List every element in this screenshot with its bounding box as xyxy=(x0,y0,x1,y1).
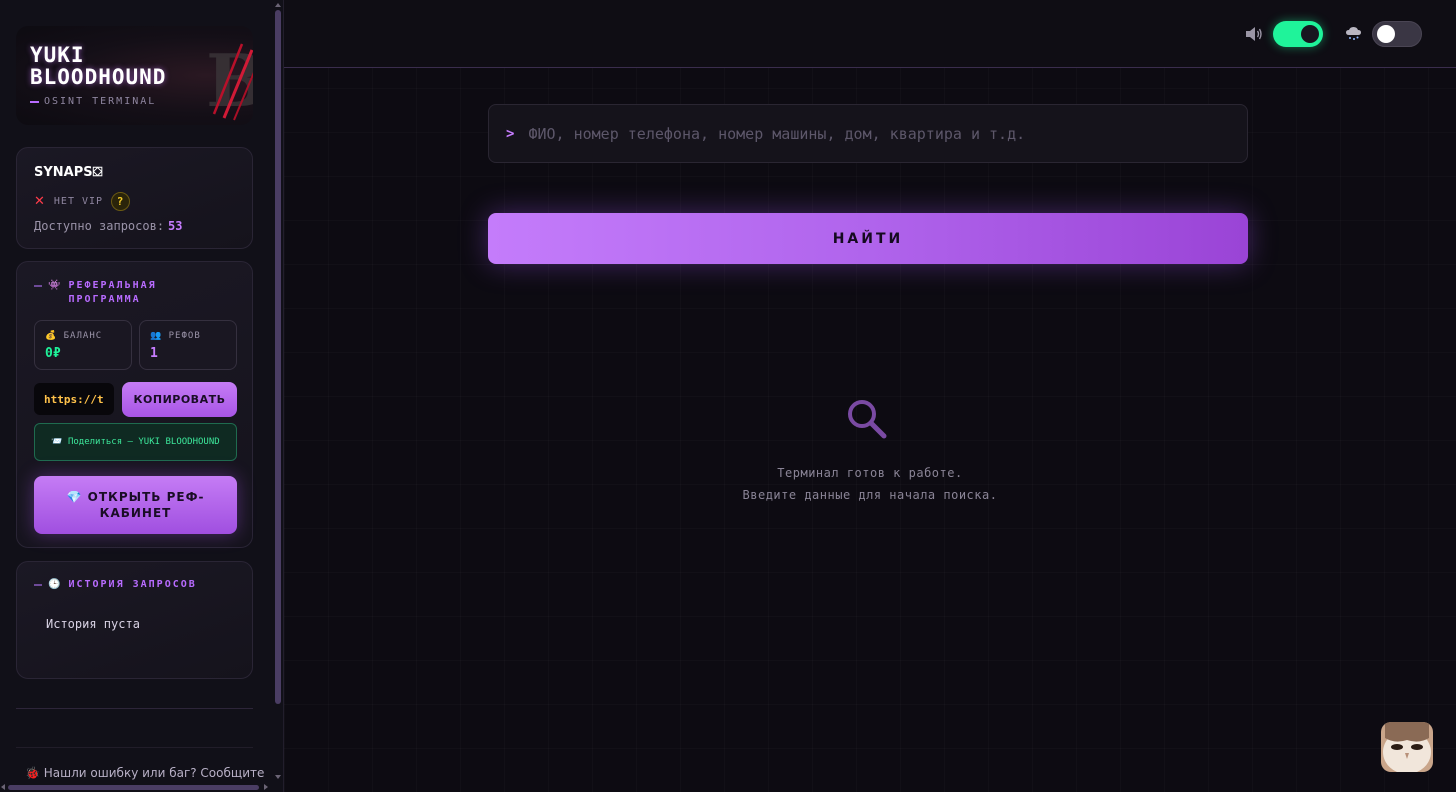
scroll-up-arrow-icon[interactable] xyxy=(275,3,281,7)
bag-icon: 💰 xyxy=(45,331,58,341)
search-input[interactable] xyxy=(528,124,1247,143)
logo-dash xyxy=(30,100,39,103)
close-icon: ✕ xyxy=(34,194,46,209)
logo-subtitle-text: OSINT TERMINAL xyxy=(44,96,157,107)
balance-label: 💰 БАЛАНС xyxy=(45,331,102,341)
history-card: 🕒 ИСТОРИЯ ЗАПРОСОВ История пуста xyxy=(16,561,253,679)
balance-label-text: БАЛАНС xyxy=(63,331,103,341)
sidebar-vertical-scrollbar[interactable] xyxy=(273,0,283,792)
clock-icon: 🕒 xyxy=(48,579,63,590)
requests-count: 53 xyxy=(168,219,183,233)
sound-icon xyxy=(1246,27,1262,41)
alien-icon: 👾 xyxy=(48,280,63,291)
section-dash xyxy=(34,584,42,586)
logo: YUKI BLOODHOUND OSINT TERMINAL B xyxy=(16,26,253,125)
search-icon xyxy=(848,400,887,439)
bug-report-text: Нашли ошибку или баг? Сообщите xyxy=(43,766,265,780)
copy-button[interactable]: КОПИРОВАТЬ xyxy=(122,382,237,417)
bug-icon: 🐞 xyxy=(25,766,40,780)
scroll-right-arrow-icon[interactable] xyxy=(264,784,268,790)
scroll-thumb[interactable] xyxy=(8,785,259,790)
find-button[interactable]: НАЙТИ xyxy=(488,213,1248,264)
svg-text:B: B xyxy=(206,38,253,122)
logo-title: YUKI BLOODHOUND xyxy=(30,44,166,88)
prompt-icon: > xyxy=(506,125,515,142)
sidebar-divider xyxy=(16,747,253,748)
referral-link-field[interactable]: https://t xyxy=(34,383,114,415)
topbar xyxy=(284,0,1456,68)
logo-title-line1: YUKI xyxy=(30,43,85,67)
refs-label-text: РЕФОВ xyxy=(168,331,201,341)
balance-box: 💰 БАЛАНС 0₽ xyxy=(34,320,132,370)
people-icon: 👥 xyxy=(150,331,163,341)
logo-subtitle: OSINT TERMINAL xyxy=(30,96,156,107)
search-box: > xyxy=(488,104,1248,163)
refs-label: 👥 РЕФОВ xyxy=(150,331,201,341)
envelope-icon: 📨 xyxy=(51,436,63,447)
requests-label: Доступно запросов: xyxy=(34,219,165,233)
section-dash xyxy=(34,285,42,287)
sidebar-divider xyxy=(16,708,253,709)
weather-toggle[interactable] xyxy=(1372,21,1422,47)
history-title: 🕒 ИСТОРИЯ ЗАПРОСОВ xyxy=(34,578,197,592)
refs-value: 1 xyxy=(150,346,158,361)
sidebar-horizontal-scrollbar[interactable] xyxy=(0,781,273,792)
user-card: SYNAPS⛋ ✕ НЕТ VIP ? Доступно запросов: 53 xyxy=(16,147,253,249)
user-name: SYNAPS⛋ xyxy=(34,165,103,180)
scroll-thumb[interactable] xyxy=(275,10,281,704)
toggle-knob xyxy=(1377,25,1395,43)
main-area: > НАЙТИ Терминал готов к работе. Введите… xyxy=(284,0,1456,792)
vip-status-text: НЕТ VIP xyxy=(53,196,104,207)
vip-status: ✕ НЕТ VIP ? xyxy=(34,192,131,211)
referral-title: 👾 РЕФЕРАЛЬНАЯ ПРОГРАММА xyxy=(34,279,198,307)
weather-icon xyxy=(1346,27,1361,40)
open-ref-cabinet-button[interactable]: 💎 ОТКРЫТЬ РЕФ-КАБИНЕТ xyxy=(34,476,237,534)
gem-icon: 💎 xyxy=(66,490,83,504)
owl-avatar-icon xyxy=(1381,722,1433,772)
sidebar: YUKI BLOODHOUND OSINT TERMINAL B SYNAPS⛋… xyxy=(0,0,284,792)
referral-title-text: РЕФЕРАЛЬНАЯ ПРОГРАММА xyxy=(68,280,157,305)
empty-state-line1: Терминал готов к работе. xyxy=(777,466,963,480)
avatar[interactable] xyxy=(1381,722,1433,772)
bug-report-link[interactable]: 🐞 Нашли ошибку или баг? Сообщите xyxy=(25,766,264,780)
history-empty: История пуста xyxy=(46,617,140,631)
share-label: Поделиться — YUKI BLOODHOUND xyxy=(67,436,220,447)
share-button[interactable]: 📨 Поделиться — YUKI BLOODHOUND xyxy=(34,423,237,461)
referral-card: 👾 РЕФЕРАЛЬНАЯ ПРОГРАММА 💰 БАЛАНС 0₽ 👥 РЕ… xyxy=(16,261,253,548)
requests-available: Доступно запросов: 53 xyxy=(34,219,183,233)
refs-box: 👥 РЕФОВ 1 xyxy=(139,320,237,370)
scroll-down-arrow-icon[interactable] xyxy=(275,775,281,779)
help-icon[interactable]: ? xyxy=(111,192,131,211)
toggle-knob xyxy=(1301,25,1319,43)
open-ref-cabinet-label: ОТКРЫТЬ РЕФ-КАБИНЕТ xyxy=(87,490,205,520)
balance-value: 0₽ xyxy=(45,346,61,361)
sound-toggle[interactable] xyxy=(1273,21,1323,47)
logo-title-line2: BLOODHOUND xyxy=(30,65,167,89)
empty-state-line2: Введите данные для начала поиска. xyxy=(742,488,998,502)
history-title-text: ИСТОРИЯ ЗАПРОСОВ xyxy=(68,579,197,590)
claw-emblem-icon: B xyxy=(206,38,253,122)
scroll-left-arrow-icon[interactable] xyxy=(1,784,5,790)
